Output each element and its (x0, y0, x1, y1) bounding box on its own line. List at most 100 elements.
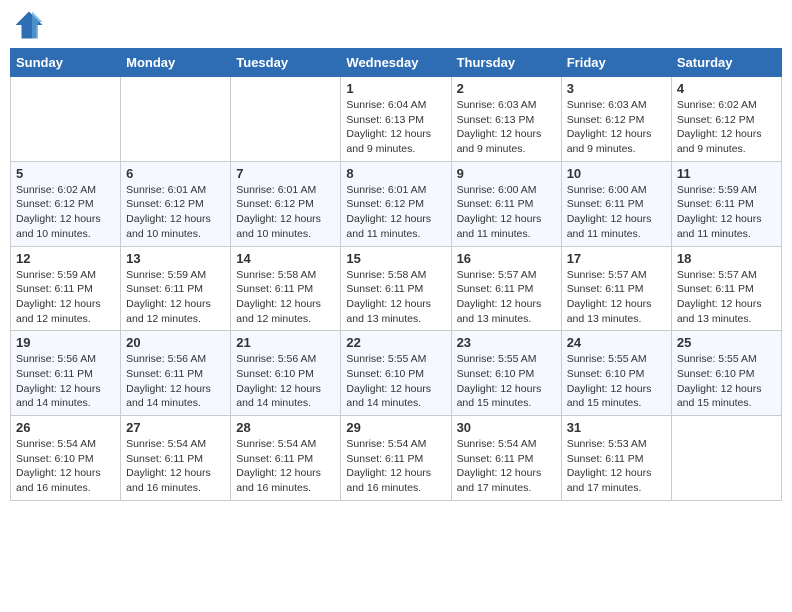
calendar-cell: 12 Sunrise: 5:59 AMSunset: 6:11 PMDayligh… (11, 246, 121, 331)
day-number: 25 (677, 335, 776, 350)
day-info: Sunrise: 5:55 AMSunset: 6:10 PMDaylight:… (457, 352, 556, 411)
calendar-cell: 28 Sunrise: 5:54 AMSunset: 6:11 PMDayligh… (231, 416, 341, 501)
day-number: 30 (457, 420, 556, 435)
day-info: Sunrise: 6:02 AMSunset: 6:12 PMDaylight:… (677, 98, 776, 157)
day-info: Sunrise: 6:01 AMSunset: 6:12 PMDaylight:… (236, 183, 335, 242)
logo (14, 10, 48, 40)
calendar-cell: 15Sunrise: 5:58 AMSunset: 6:11 PMDayligh… (341, 246, 451, 331)
calendar-table: SundayMondayTuesdayWednesdayThursdayFrid… (10, 48, 782, 501)
page-header (10, 10, 782, 40)
calendar-cell: 11Sunrise: 5:59 AMSunset: 6:11 PMDayligh… (671, 161, 781, 246)
day-number: 9 (457, 166, 556, 181)
day-number: 17 (567, 251, 666, 266)
day-info: Sunrise: 5:58 AMSunset: 6:11 PMDaylight:… (236, 268, 335, 327)
day-info: Sunrise: 6:03 AMSunset: 6:13 PMDaylight:… (457, 98, 556, 157)
calendar-week-row: 26 Sunrise: 5:54 AMSunset: 6:10 PMDayligh… (11, 416, 782, 501)
calendar-cell: 9 Sunrise: 6:00 AMSunset: 6:11 PMDaylight… (451, 161, 561, 246)
calendar-cell: 16Sunrise: 5:57 AMSunset: 6:11 PMDayligh… (451, 246, 561, 331)
day-number: 4 (677, 81, 776, 96)
logo-icon (14, 10, 44, 40)
calendar-cell: 25 Sunrise: 5:55 AMSunset: 6:10 PMDayligh… (671, 331, 781, 416)
day-info: Sunrise: 6:04 AMSunset: 6:13 PMDaylight:… (346, 98, 445, 157)
day-of-week-header: Thursday (451, 49, 561, 77)
calendar-cell: 20Sunrise: 5:56 AMSunset: 6:11 PMDayligh… (121, 331, 231, 416)
calendar-cell (11, 77, 121, 162)
calendar-cell (121, 77, 231, 162)
calendar-cell: 27 Sunrise: 5:54 AMSunset: 6:11 PMDayligh… (121, 416, 231, 501)
day-number: 5 (16, 166, 115, 181)
day-number: 18 (677, 251, 776, 266)
day-number: 10 (567, 166, 666, 181)
day-of-week-header: Tuesday (231, 49, 341, 77)
day-number: 21 (236, 335, 335, 350)
calendar-cell: 5Sunrise: 6:02 AMSunset: 6:12 PMDaylight… (11, 161, 121, 246)
day-number: 12 (16, 251, 115, 266)
day-number: 7 (236, 166, 335, 181)
day-number: 19 (16, 335, 115, 350)
day-info: Sunrise: 6:01 AMSunset: 6:12 PMDaylight:… (126, 183, 225, 242)
calendar-cell: 19Sunrise: 5:56 AMSunset: 6:11 PMDayligh… (11, 331, 121, 416)
day-number: 22 (346, 335, 445, 350)
day-of-week-header: Friday (561, 49, 671, 77)
calendar-cell: 13Sunrise: 5:59 AMSunset: 6:11 PMDayligh… (121, 246, 231, 331)
day-info: Sunrise: 5:54 AMSunset: 6:11 PMDaylight:… (457, 437, 556, 496)
day-of-week-header: Wednesday (341, 49, 451, 77)
calendar-cell: 2 Sunrise: 6:03 AMSunset: 6:13 PMDaylight… (451, 77, 561, 162)
day-info: Sunrise: 5:55 AMSunset: 6:10 PMDaylight:… (567, 352, 666, 411)
day-info: Sunrise: 5:54 AMSunset: 6:11 PMDaylight:… (236, 437, 335, 496)
day-info: Sunrise: 5:59 AMSunset: 6:11 PMDaylight:… (16, 268, 115, 327)
day-number: 29 (346, 420, 445, 435)
day-number: 16 (457, 251, 556, 266)
day-info: Sunrise: 6:00 AMSunset: 6:11 PMDaylight:… (567, 183, 666, 242)
day-number: 27 (126, 420, 225, 435)
calendar-cell: 24 Sunrise: 5:55 AMSunset: 6:10 PMDayligh… (561, 331, 671, 416)
calendar-week-row: 19Sunrise: 5:56 AMSunset: 6:11 PMDayligh… (11, 331, 782, 416)
calendar-cell: 8 Sunrise: 6:01 AMSunset: 6:12 PMDaylight… (341, 161, 451, 246)
day-number: 31 (567, 420, 666, 435)
calendar-cell: 18Sunrise: 5:57 AMSunset: 6:11 PMDayligh… (671, 246, 781, 331)
day-of-week-header: Monday (121, 49, 231, 77)
day-number: 26 (16, 420, 115, 435)
day-number: 2 (457, 81, 556, 96)
day-number: 3 (567, 81, 666, 96)
day-info: Sunrise: 5:54 AMSunset: 6:11 PMDaylight:… (126, 437, 225, 496)
calendar-cell: 10 Sunrise: 6:00 AMSunset: 6:11 PMDayligh… (561, 161, 671, 246)
calendar-cell: 7 Sunrise: 6:01 AMSunset: 6:12 PMDaylight… (231, 161, 341, 246)
calendar-cell: 30 Sunrise: 5:54 AMSunset: 6:11 PMDayligh… (451, 416, 561, 501)
day-number: 28 (236, 420, 335, 435)
day-info: Sunrise: 5:55 AMSunset: 6:10 PMDaylight:… (677, 352, 776, 411)
day-number: 1 (346, 81, 445, 96)
day-info: Sunrise: 5:53 AMSunset: 6:11 PMDaylight:… (567, 437, 666, 496)
calendar-cell: 26 Sunrise: 5:54 AMSunset: 6:10 PMDayligh… (11, 416, 121, 501)
day-number: 15 (346, 251, 445, 266)
day-info: Sunrise: 5:59 AMSunset: 6:11 PMDaylight:… (677, 183, 776, 242)
day-info: Sunrise: 5:59 AMSunset: 6:11 PMDaylight:… (126, 268, 225, 327)
day-info: Sunrise: 5:54 AMSunset: 6:11 PMDaylight:… (346, 437, 445, 496)
calendar-cell: 29 Sunrise: 5:54 AMSunset: 6:11 PMDayligh… (341, 416, 451, 501)
day-info: Sunrise: 6:01 AMSunset: 6:12 PMDaylight:… (346, 183, 445, 242)
day-number: 23 (457, 335, 556, 350)
calendar-cell: 17 Sunrise: 5:57 AMSunset: 6:11 PMDayligh… (561, 246, 671, 331)
day-info: Sunrise: 5:54 AMSunset: 6:10 PMDaylight:… (16, 437, 115, 496)
day-info: Sunrise: 5:56 AMSunset: 6:10 PMDaylight:… (236, 352, 335, 411)
calendar-cell: 3 Sunrise: 6:03 AMSunset: 6:12 PMDaylight… (561, 77, 671, 162)
calendar-cell (671, 416, 781, 501)
day-info: Sunrise: 6:00 AMSunset: 6:11 PMDaylight:… (457, 183, 556, 242)
day-of-week-header: Sunday (11, 49, 121, 77)
day-number: 14 (236, 251, 335, 266)
calendar-cell: 6Sunrise: 6:01 AMSunset: 6:12 PMDaylight… (121, 161, 231, 246)
calendar-cell: 21 Sunrise: 5:56 AMSunset: 6:10 PMDayligh… (231, 331, 341, 416)
calendar-cell: 23 Sunrise: 5:55 AMSunset: 6:10 PMDayligh… (451, 331, 561, 416)
calendar-cell (231, 77, 341, 162)
day-info: Sunrise: 6:03 AMSunset: 6:12 PMDaylight:… (567, 98, 666, 157)
day-number: 8 (346, 166, 445, 181)
day-info: Sunrise: 5:55 AMSunset: 6:10 PMDaylight:… (346, 352, 445, 411)
calendar-header-row: SundayMondayTuesdayWednesdayThursdayFrid… (11, 49, 782, 77)
day-of-week-header: Saturday (671, 49, 781, 77)
calendar-cell: 22 Sunrise: 5:55 AMSunset: 6:10 PMDayligh… (341, 331, 451, 416)
calendar-cell: 1 Sunrise: 6:04 AMSunset: 6:13 PMDaylight… (341, 77, 451, 162)
day-info: Sunrise: 5:57 AMSunset: 6:11 PMDaylight:… (567, 268, 666, 327)
day-number: 24 (567, 335, 666, 350)
calendar-cell: 31 Sunrise: 5:53 AMSunset: 6:11 PMDayligh… (561, 416, 671, 501)
calendar-cell: 4 Sunrise: 6:02 AMSunset: 6:12 PMDaylight… (671, 77, 781, 162)
